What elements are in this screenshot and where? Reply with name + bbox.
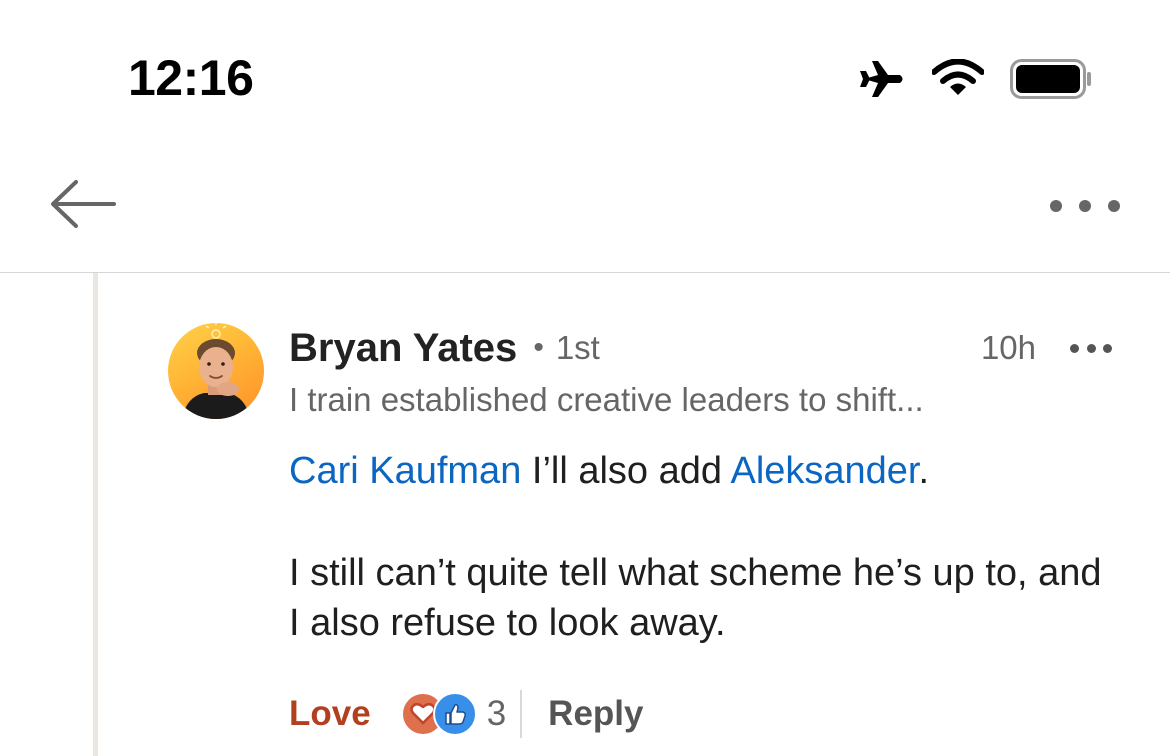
author-row: Bryan Yates • 1st <box>289 322 600 374</box>
thread-line <box>93 273 98 756</box>
reaction-button[interactable]: Love <box>289 694 371 734</box>
comment-text: I’ll also add <box>521 450 731 492</box>
back-button[interactable] <box>48 178 120 234</box>
more-options-button[interactable] <box>1050 188 1120 224</box>
comment-body: Cari Kaufman I’ll also add Aleksander. I… <box>289 446 1109 648</box>
reaction-count: 3 <box>486 694 507 733</box>
reply-button[interactable]: Reply <box>548 694 643 734</box>
connection-degree: 1st <box>555 329 600 366</box>
comment-paragraph: Cari Kaufman I’ll also add Aleksander. <box>289 446 1109 496</box>
reactions-summary[interactable]: 3 <box>400 692 507 736</box>
author-headline: I train established creative leaders to … <box>289 381 924 418</box>
more-horizontal-icon <box>1050 200 1062 212</box>
battery-icon <box>1010 59 1092 99</box>
comment-timestamp: 10h <box>980 329 1036 366</box>
airplane-icon <box>858 57 906 101</box>
action-separator <box>520 690 523 738</box>
status-icons <box>858 56 1092 102</box>
mention-link[interactable]: Cari Kaufman <box>289 450 521 492</box>
degree-separator: • <box>533 331 544 364</box>
comment-detail-screen: 12:16 Bryan Yates • 1st 10h I train esta… <box>0 0 1170 756</box>
more-horizontal-icon <box>1070 343 1079 353</box>
comment-more-button[interactable] <box>1070 340 1112 356</box>
author-avatar[interactable] <box>168 323 264 419</box>
arrow-left-icon <box>48 178 116 235</box>
comment-actions: Love 3 Reply <box>289 686 643 742</box>
comment-text: . <box>918 450 930 492</box>
status-time: 12:16 <box>128 50 254 106</box>
header-divider <box>0 272 1170 273</box>
mention-link[interactable]: Aleksander <box>730 450 918 492</box>
author-name[interactable]: Bryan Yates <box>289 326 517 371</box>
wifi-icon <box>932 59 984 99</box>
comment-paragraph: I still can’t quite tell what scheme he’… <box>289 552 1102 644</box>
like-reaction-icon <box>432 692 477 736</box>
